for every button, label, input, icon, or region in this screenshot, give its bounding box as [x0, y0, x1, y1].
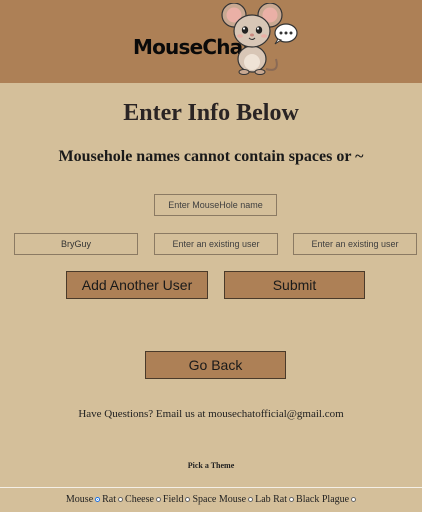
theme-option-black-plague[interactable]: Black Plague: [296, 493, 357, 505]
theme-option-lab-rat[interactable]: Lab Rat: [255, 493, 295, 505]
theme-option-label: Cheese: [125, 493, 154, 505]
contact-text: Have Questions? Email us at mousechatoff…: [78, 408, 344, 420]
user-input-1[interactable]: [14, 233, 138, 255]
radio-button-selected[interactable]: [95, 496, 101, 502]
submit-button[interactable]: Submit: [224, 271, 365, 299]
theme-option-label: Lab Rat: [255, 493, 288, 505]
user-input-2[interactable]: [154, 233, 278, 255]
radio-button[interactable]: [351, 496, 357, 502]
theme-option-mouse[interactable]: Mouse: [65, 493, 101, 505]
theme-option-field[interactable]: Field: [163, 494, 191, 505]
radio-button[interactable]: [155, 496, 161, 502]
add-user-button[interactable]: Add Another User: [66, 271, 208, 299]
theme-picker: Mouse Rat Cheese Field Space Mouse Lab R…: [0, 492, 422, 506]
theme-option-label: Rat: [102, 493, 117, 505]
theme-picker-label: Pick a Theme: [187, 461, 235, 470]
radio-button[interactable]: [289, 496, 295, 502]
name-rules-note: Mousehole names cannot contain spaces or…: [58, 148, 364, 165]
theme-option-cheese[interactable]: Cheese: [125, 494, 161, 505]
theme-option-label: Space Mouse: [192, 493, 247, 505]
go-back-button[interactable]: Go Back: [145, 351, 286, 379]
header-bar: MouseChat: [0, 0, 422, 83]
mousehole-name-input[interactable]: [154, 194, 277, 216]
radio-button[interactable]: [248, 496, 254, 502]
page-title: Enter Info Below: [123, 100, 299, 126]
user-input-3[interactable]: [293, 233, 417, 255]
theme-option-space-mouse[interactable]: Space Mouse: [192, 493, 254, 505]
theme-option-label: Mouse: [65, 493, 94, 505]
theme-option-rat[interactable]: Rat: [102, 493, 124, 505]
radio-button[interactable]: [118, 496, 124, 502]
radio-button[interactable]: [185, 496, 191, 502]
theme-option-label: Black Plague: [296, 493, 350, 505]
mouse-mascot-icon: [221, 3, 298, 75]
footer-divider: [0, 487, 422, 488]
theme-option-label: Field: [162, 493, 184, 505]
